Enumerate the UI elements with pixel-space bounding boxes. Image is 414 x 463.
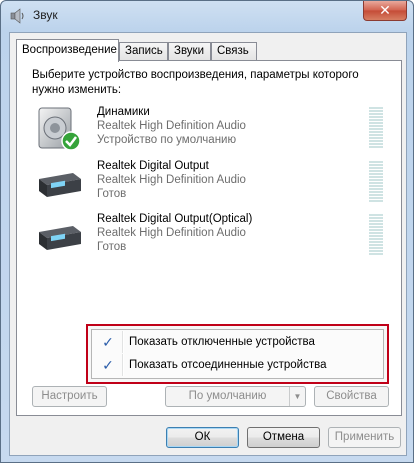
menu-item-show-disabled-devices[interactable]: ✓ Показать отключенные устройства xyxy=(92,331,383,353)
default-check-badge xyxy=(61,131,81,151)
device-item-speakers[interactable]: Динамики Realtek High Definition Audio У… xyxy=(33,103,388,155)
device-list-context-menu: ✓ Показать отключенные устройства ✓ Пока… xyxy=(86,324,389,384)
menu-item-label: Показать отсоединенные устройства xyxy=(129,359,327,371)
menu-item-show-disconnected-devices[interactable]: ✓ Показать отсоединенные устройства xyxy=(92,354,383,376)
dialog-body: Воспроизведение Запись Звуки Связь Выбер… xyxy=(9,32,407,456)
device-status: Готов xyxy=(97,241,127,253)
digital-output-icon xyxy=(39,173,81,197)
device-driver: Realtek High Definition Audio xyxy=(97,227,246,239)
speaker-icon xyxy=(10,8,24,24)
checkmark-icon: ✓ xyxy=(102,357,114,373)
digital-output-icon xyxy=(39,226,81,250)
menu-separator xyxy=(122,354,124,376)
tab-recording[interactable]: Запись xyxy=(119,42,168,61)
volume-meter xyxy=(369,107,383,149)
device-list[interactable]: Динамики Realtek High Definition Audio У… xyxy=(32,102,387,324)
tab-playback[interactable]: Воспроизведение xyxy=(16,39,119,62)
ok-button[interactable]: ОК xyxy=(166,427,239,448)
device-driver: Realtek High Definition Audio xyxy=(97,120,246,132)
checkmark-icon: ✓ xyxy=(102,334,114,350)
playback-panel: Выберите устройство воспроизведения, пар… xyxy=(16,60,402,416)
title-bar[interactable]: Звук ✕ xyxy=(1,1,413,31)
device-status: Готов xyxy=(97,188,127,200)
device-item-digital-output[interactable]: Realtek Digital Output Realtek High Defi… xyxy=(33,157,388,209)
device-driver: Realtek High Definition Audio xyxy=(97,174,246,186)
close-icon: ✕ xyxy=(379,2,391,18)
device-item-digital-output-optical[interactable]: Realtek Digital Output(Optical) Realtek … xyxy=(33,210,388,262)
volume-meter xyxy=(369,161,383,203)
set-default-button[interactable]: По умолчанию ▼ xyxy=(165,386,306,407)
configure-button[interactable]: Настроить xyxy=(32,386,107,407)
speaker-icon xyxy=(38,107,81,151)
tab-sounds[interactable]: Звуки xyxy=(168,42,211,61)
volume-meter xyxy=(369,214,383,256)
window-title: Звук xyxy=(33,8,58,22)
apply-button[interactable]: Применить xyxy=(328,427,401,448)
device-name: Динамики xyxy=(97,106,150,118)
menu-body: ✓ Показать отключенные устройства ✓ Пока… xyxy=(91,329,384,379)
tab-communications[interactable]: Связь xyxy=(211,42,257,61)
device-status: Устройство по умолчанию xyxy=(97,134,237,146)
close-button[interactable]: ✕ xyxy=(363,1,407,21)
properties-button[interactable]: Свойства xyxy=(314,386,389,407)
menu-item-label: Показать отключенные устройства xyxy=(129,336,315,348)
cancel-button[interactable]: Отмена xyxy=(247,427,320,448)
instructions-text: Выберите устройство воспроизведения, пар… xyxy=(32,69,359,96)
device-name: Realtek Digital Output(Optical) xyxy=(97,213,253,225)
device-name: Realtek Digital Output xyxy=(97,160,209,172)
sound-dialog: Звук ✕ Воспроизведение Запись Звуки Связ… xyxy=(0,0,414,463)
menu-separator xyxy=(122,331,124,353)
chevron-down-icon[interactable]: ▼ xyxy=(289,387,305,406)
